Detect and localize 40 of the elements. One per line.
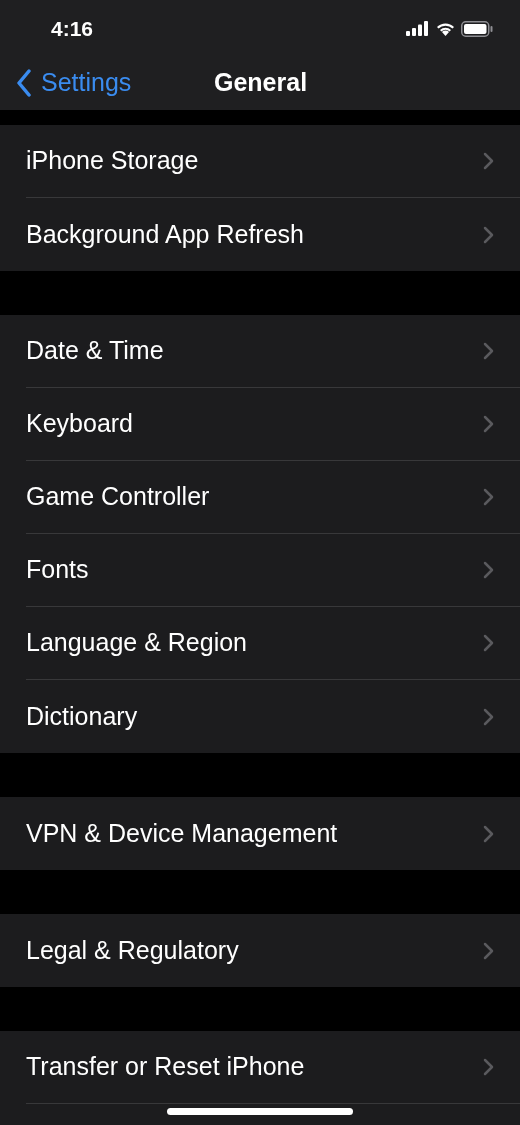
row-label: Language & Region (26, 627, 248, 659)
status-time: 4:16 (51, 15, 94, 42)
row-label: Keyboard (26, 408, 134, 440)
signal-icon (406, 21, 430, 36)
row-label: VPN & Device Management (26, 817, 338, 849)
settings-row[interactable]: Transfer or Reset iPhone (26, 1031, 520, 1104)
settings-row[interactable]: Background App Refresh (26, 198, 520, 271)
chevron-right-icon (483, 152, 494, 170)
settings-row[interactable]: Game Controller (26, 461, 520, 534)
settings-row[interactable]: Keyboard (26, 388, 520, 461)
chevron-right-icon (483, 225, 494, 244)
chevron-right-icon (483, 415, 494, 433)
chevron-right-icon (483, 707, 494, 726)
wifi-icon (435, 21, 456, 36)
row-label: Fonts (26, 554, 89, 586)
row-label: Legal & Regulatory (26, 934, 239, 966)
row-label: iPhone Storage (26, 145, 199, 177)
row-label: Background App Refresh (26, 218, 304, 250)
chevron-left-icon (16, 68, 32, 97)
page-title: General (214, 66, 308, 98)
chevron-right-icon (483, 1058, 494, 1076)
row-label: Game Controller (26, 481, 210, 513)
battery-icon (461, 20, 493, 37)
settings-row[interactable]: Date & Time (26, 315, 520, 388)
chevron-right-icon (483, 824, 494, 843)
settings-row[interactable]: Fonts (26, 534, 520, 607)
settings-row[interactable]: VPN & Device Management (26, 797, 520, 870)
back-button[interactable]: Settings (0, 63, 132, 102)
row-label: Transfer or Reset iPhone (26, 1051, 305, 1083)
row-label: Date & Time (26, 335, 164, 367)
chevron-right-icon (483, 561, 494, 579)
settings-row[interactable]: Language & Region (26, 607, 520, 680)
chevron-right-icon (483, 634, 494, 652)
row-label: Dictionary (26, 700, 138, 732)
settings-row[interactable]: Dictionary (26, 680, 520, 753)
settings-row[interactable]: Legal & Regulatory (26, 914, 520, 987)
chevron-right-icon (483, 941, 494, 960)
settings-row[interactable]: iPhone Storage (26, 125, 520, 198)
chevron-right-icon (483, 488, 494, 506)
chevron-right-icon (483, 342, 494, 360)
